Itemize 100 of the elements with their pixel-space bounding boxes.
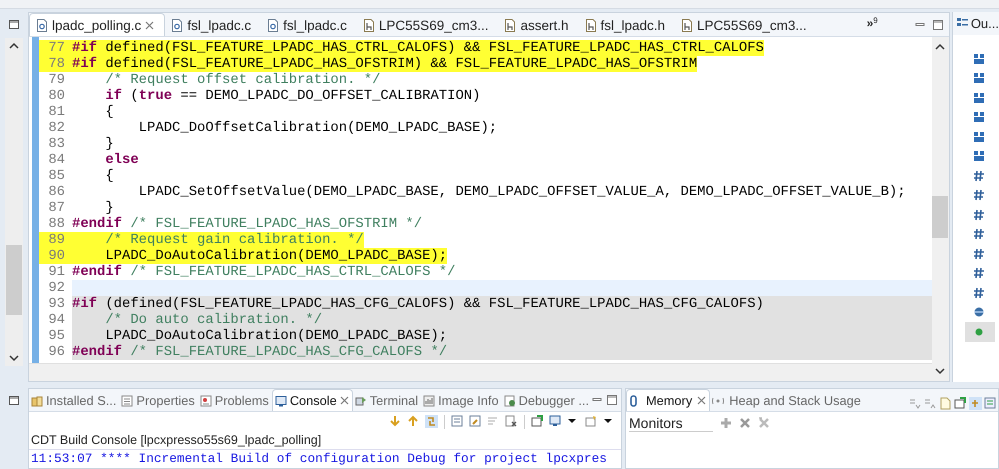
chevron-down-icon[interactable] (935, 368, 946, 375)
source-file-icon (171, 18, 184, 32)
line-number: 91 (47, 264, 66, 280)
code-line: LPADC_DoOffsetCalibration(DEMO_LPADC_BASE); (138, 120, 498, 136)
document-icon[interactable] (450, 414, 465, 429)
struct-icon (972, 72, 985, 84)
view-tab[interactable]: Problems (198, 390, 272, 411)
code-line: LPADC_SetOffsetValue(DEMO_LPADC_BASE, DEMO_LPADC_OFFSET_VALUE_A, DEMO_LPADC_OFFSET_VALUE_B); (138, 184, 906, 200)
line-number: 96 (47, 344, 66, 360)
scrollbar-thumb[interactable] (932, 196, 948, 238)
code-line: } (104, 200, 114, 216)
line-number: 93 (47, 296, 66, 312)
open-console-icon[interactable] (530, 414, 545, 429)
vertical-scrollbar[interactable] (932, 37, 949, 381)
chevron-down-icon[interactable] (9, 355, 19, 362)
line-number: 89 (39, 232, 72, 248)
terminal-icon (354, 394, 367, 406)
struct-icon (972, 130, 985, 143)
console-line: 11:53:07 **** Incremental Build of configuration Debug for project lpcxpres (31, 450, 608, 467)
properties-icon (121, 394, 134, 406)
view-tab[interactable]: Heap and Stack Usage (710, 390, 864, 411)
struct-icon (972, 150, 985, 162)
chart-icon (423, 394, 436, 406)
code-line: #endif /* FSL_FEATURE_LPADC_HAS_CTRL_CALOFS */ (72, 264, 456, 280)
line-number: 95 (47, 328, 66, 344)
editor-tab[interactable]: LPC55S69_cm3... (356, 14, 498, 36)
line-number: 85 (47, 168, 66, 184)
line-number: 81 (47, 104, 66, 120)
chevron-up-icon[interactable] (9, 42, 19, 49)
hash-icon (972, 228, 985, 240)
pin-icon[interactable] (468, 414, 483, 429)
editor-tab[interactable]: lpadc_polling.c (29, 13, 166, 36)
code-line: } (104, 136, 114, 152)
line-number: 87 (47, 200, 66, 216)
editor-tab[interactable]: LPC55S69_cm3... (675, 14, 817, 36)
code-line: #if (defined(FSL_FEATURE_LPADC_HAS_CFG_CALOFS) && FSL_FEATURE_LPADC_HAS_CFG_CALOFS) (72, 296, 764, 312)
scroll-lock-icon[interactable] (424, 414, 439, 429)
function-icon (972, 326, 985, 338)
line-number: 90 (39, 248, 72, 264)
hash-icon (972, 208, 985, 221)
editor-tab[interactable]: assert.h (498, 14, 578, 36)
add-icon[interactable] (719, 416, 732, 430)
code-line: /* Do auto calibration. */ (104, 312, 322, 328)
hash-icon (972, 286, 985, 299)
hash-icon (972, 170, 985, 182)
maximize-icon[interactable] (606, 393, 617, 407)
hash-icon (972, 267, 985, 280)
line-number: 92 (47, 280, 66, 296)
code-line: /* Request offset calibration. */ (104, 72, 380, 88)
code-line: LPADC_DoAutoCalibration(DEMO_LPADC_BASE); (104, 328, 448, 344)
view-tab[interactable]: Installed S... (29, 390, 120, 411)
editor-tab[interactable]: fsl_lpadc.h (578, 14, 676, 36)
struct-icon (972, 111, 985, 124)
restore-icon[interactable] (8, 18, 20, 30)
close-icon (145, 20, 154, 30)
close-icon[interactable] (738, 416, 751, 430)
scrollbar[interactable] (5, 38, 23, 366)
code-line: #endif /* FSL_FEATURE_LPADC_HAS_CFG_CALOFS */ (72, 344, 448, 360)
line-number: 79 (47, 72, 66, 88)
code-line: { (104, 104, 114, 120)
line-number: 77 (39, 40, 72, 56)
code-line: if (true == DEMO_LPADC_DO_OFFSET_CALIBRATION) (104, 88, 480, 104)
layout-icon[interactable] (983, 396, 998, 411)
console-icon (274, 394, 287, 406)
view-tab[interactable]: Debugger ... (502, 390, 592, 411)
view-tab[interactable]: Console (272, 389, 353, 411)
editor-tab[interactable]: fsl_lpadc.c (261, 14, 357, 36)
chevron-up-icon[interactable] (935, 43, 946, 50)
package-icon (31, 394, 43, 406)
display-console-icon[interactable] (548, 414, 563, 429)
horizontal-scrollbar[interactable] (29, 363, 932, 381)
editor-tab[interactable]: fsl_lpadc.c (165, 14, 262, 36)
line-number: 80 (47, 88, 66, 104)
header-file-icon (681, 18, 694, 32)
view-tab[interactable]: Memory (626, 389, 710, 411)
code-line: { (104, 168, 114, 184)
struct-icon (972, 92, 985, 104)
restore-icon[interactable] (8, 394, 20, 406)
header-file-icon (504, 18, 516, 32)
line-number: 82 (47, 120, 66, 136)
outline-icon (956, 18, 968, 29)
code-line: #endif /* FSL_FEATURE_LPADC_HAS_OFSTRIM */ (72, 216, 422, 232)
header-file-icon (584, 18, 596, 32)
problems-icon (200, 394, 212, 406)
hash-icon (972, 189, 985, 202)
view-tab[interactable]: Image Info (421, 390, 502, 411)
view-tab[interactable]: Properties (119, 390, 198, 411)
console-title: CDT Build Console [lpcxpresso55s69_lpadc_polling] (29, 431, 621, 450)
line-number: 78 (39, 56, 72, 72)
source-file-icon (267, 18, 280, 32)
line-number: 84 (47, 152, 66, 168)
view-tab[interactable]: Terminal (352, 390, 422, 411)
scrollbar-thumb[interactable] (6, 245, 22, 315)
clear-icon[interactable] (504, 414, 519, 429)
open-view-icon[interactable] (953, 396, 968, 411)
struct-icon (972, 52, 985, 65)
header-file-icon (362, 18, 375, 32)
line-number: 83 (47, 136, 66, 152)
maximize-icon[interactable] (930, 18, 945, 32)
code-line: else (104, 152, 139, 168)
